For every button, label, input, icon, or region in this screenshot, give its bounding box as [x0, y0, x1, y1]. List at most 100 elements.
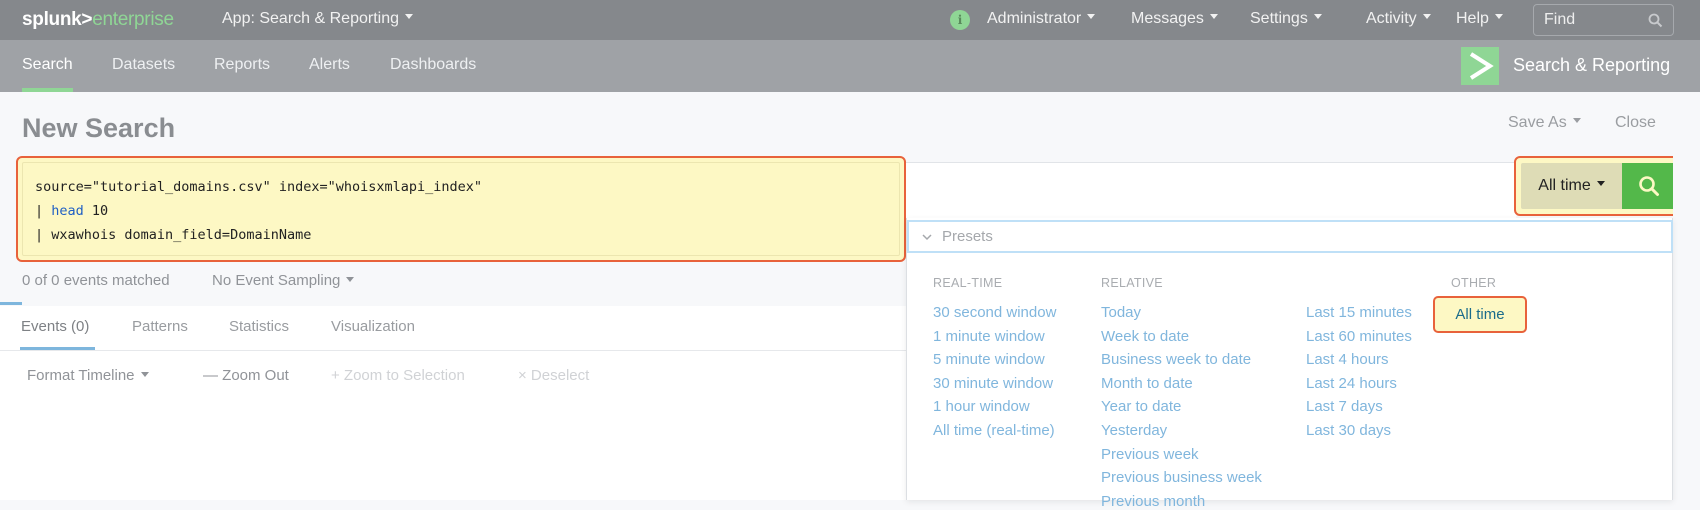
realtime-preset-item[interactable]: 5 minute window [933, 351, 1045, 368]
query-line-3: | wxawhois domain_field=DomainName [35, 227, 312, 243]
app-nav-bar: Search Datasets Reports Alerts Dashboard… [0, 40, 1700, 92]
messages-menu[interactable]: Messages [1131, 10, 1218, 28]
relative-last-preset-item[interactable]: Last 60 minutes [1306, 328, 1412, 345]
page-title: New Search [22, 113, 176, 143]
time-range-label: All time [1538, 177, 1591, 194]
nav-search[interactable]: Search [22, 56, 73, 74]
nav-dashboards[interactable]: Dashboards [390, 56, 476, 74]
tab-statistics[interactable]: Statistics [229, 318, 289, 335]
time-range-picker[interactable]: All time [1521, 163, 1622, 209]
app-menu-label: App: Search & Reporting [222, 10, 399, 27]
chevron-down-icon [1422, 14, 1431, 20]
app-menu[interactable]: App: Search & Reporting [222, 10, 413, 28]
help-menu[interactable]: Help [1456, 10, 1503, 28]
relative-last-preset-item[interactable]: Last 30 days [1306, 422, 1391, 439]
chevron-down-icon [1087, 14, 1096, 20]
logo-brand: splunk> [22, 9, 93, 30]
help-label: Help [1456, 10, 1489, 27]
zoom-to-selection-button[interactable]: + Zoom to Selection [331, 367, 465, 384]
find-input[interactable] [1534, 5, 1644, 35]
chevron-down-icon [346, 276, 355, 282]
tab-patterns[interactable]: Patterns [132, 318, 188, 335]
search-input-extension[interactable] [906, 162, 1516, 220]
query-line-2: | head 10 [35, 199, 887, 223]
realtime-preset-item[interactable]: All time (real-time) [933, 422, 1055, 439]
search-query-highlight: source="tutorial_domains.csv" index="who… [16, 156, 906, 262]
chevron-down-icon [1209, 14, 1218, 20]
deselect-button[interactable]: × Deselect [518, 367, 589, 384]
preset-all-time-selected[interactable]: All time [1433, 296, 1527, 333]
relative-preset-item[interactable]: Previous month [1101, 493, 1205, 510]
realtime-preset-item[interactable]: 1 minute window [933, 328, 1045, 345]
splunk-logo[interactable]: splunk>enterprise [22, 9, 174, 31]
realtime-preset-item[interactable]: 1 hour window [933, 398, 1030, 415]
presets-label: Presets [942, 228, 993, 245]
settings-label: Settings [1250, 10, 1308, 27]
realtime-heading: REAL-TIME [933, 276, 1003, 290]
relative-last-preset-item[interactable]: Last 24 hours [1306, 375, 1397, 392]
events-matched-count: 0 of 0 events matched [22, 272, 170, 289]
relative-preset-item[interactable]: Year to date [1101, 398, 1181, 415]
query-pipe: | [35, 203, 52, 219]
chevron-down-icon [1596, 181, 1605, 187]
relative-preset-item[interactable]: Month to date [1101, 375, 1193, 392]
chevron-down-icon [140, 371, 149, 377]
search-icon[interactable] [1648, 13, 1663, 33]
event-sampling-dropdown[interactable]: No Event Sampling [212, 272, 355, 289]
activity-label: Activity [1366, 10, 1417, 27]
chevron-down-icon [1313, 14, 1322, 20]
chevron-down-icon [1494, 14, 1503, 20]
logo-product: enterprise [92, 9, 174, 30]
relative-preset-item[interactable]: Week to date [1101, 328, 1189, 345]
activity-menu[interactable]: Activity [1366, 10, 1431, 28]
realtime-preset-item[interactable]: 30 second window [933, 304, 1056, 321]
run-search-button[interactable] [1622, 163, 1675, 209]
relative-preset-item[interactable]: Previous week [1101, 446, 1199, 463]
relative-preset-item[interactable]: Yesterday [1101, 422, 1167, 439]
chevron-down-icon [1572, 118, 1581, 124]
time-picker-highlight: All time [1514, 156, 1680, 216]
relative-preset-item[interactable]: Business week to date [1101, 351, 1251, 368]
realtime-preset-item[interactable]: 30 minute window [933, 375, 1053, 392]
page-gutter [1673, 92, 1700, 500]
search-progress-bar [0, 302, 22, 305]
query-head-arg: 10 [83, 203, 109, 219]
relative-preset-item[interactable]: Previous business week [1101, 469, 1262, 486]
relative-heading: RELATIVE [1101, 276, 1163, 290]
nav-alerts[interactable]: Alerts [309, 56, 350, 74]
info-icon[interactable]: i [950, 10, 970, 30]
top-bar: splunk>enterprise App: Search & Reportin… [0, 0, 1700, 40]
zoom-out-button[interactable]: — Zoom Out [203, 367, 289, 384]
administrator-label: Administrator [987, 10, 1082, 27]
presets-accordion-header[interactable]: Presets [907, 220, 1673, 253]
app-logo-icon [1461, 47, 1499, 85]
chevron-down-icon [405, 14, 413, 20]
settings-menu[interactable]: Settings [1250, 10, 1322, 28]
event-sampling-label: No Event Sampling [212, 272, 341, 289]
other-heading: OTHER [1451, 276, 1497, 290]
relative-last-preset-item[interactable]: Last 15 minutes [1306, 304, 1412, 321]
close-button[interactable]: Close [1615, 114, 1656, 132]
tab-events[interactable]: Events (0) [21, 318, 89, 335]
save-as-button[interactable]: Save As [1508, 114, 1581, 132]
tab-visualization[interactable]: Visualization [331, 318, 415, 335]
relative-last-preset-item[interactable]: Last 7 days [1306, 398, 1383, 415]
format-timeline-dropdown[interactable]: Format Timeline [27, 367, 149, 384]
format-timeline-label: Format Timeline [27, 367, 135, 384]
query-line-1: source="tutorial_domains.csv" index="who… [35, 179, 483, 195]
find-box [1533, 4, 1674, 36]
active-nav-indicator [22, 88, 73, 92]
messages-label: Messages [1131, 10, 1204, 27]
relative-preset-item[interactable]: Today [1101, 304, 1141, 321]
query-keyword-head: head [51, 203, 84, 219]
time-range-dropdown-panel: Presets REAL-TIME RELATIVE OTHER 30 seco… [906, 218, 1673, 510]
chevron-down-icon [921, 230, 933, 248]
search-query-input[interactable]: source="tutorial_domains.csv" index="who… [22, 162, 900, 256]
nav-reports[interactable]: Reports [214, 56, 270, 74]
tab-divider [0, 350, 906, 351]
administrator-menu[interactable]: Administrator [987, 10, 1096, 28]
save-as-label: Save As [1508, 114, 1567, 131]
nav-datasets[interactable]: Datasets [112, 56, 175, 74]
relative-last-preset-item[interactable]: Last 4 hours [1306, 351, 1389, 368]
app-title: Search & Reporting [1513, 55, 1671, 75]
